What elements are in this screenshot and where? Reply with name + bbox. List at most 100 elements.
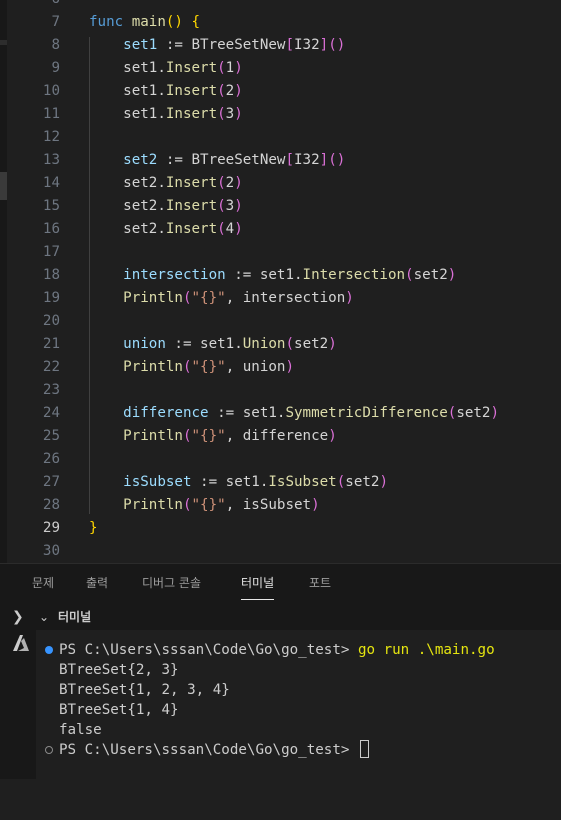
code-token: ) [311, 497, 320, 513]
code-line: 29} [0, 517, 561, 540]
output-line: BTreeSet{1, 2, 3, 4} [59, 682, 230, 698]
code-token: 3 [225, 106, 235, 122]
code-line: 27 isSubset := set1.IsSubset(set2) [0, 471, 561, 494]
code-token: I32 [294, 152, 320, 168]
terminal-line: BTreeSet{2, 3} [36, 660, 179, 680]
code-token: Insert [165, 106, 218, 122]
line-number: 28 [42, 497, 60, 513]
code-token: ) [328, 428, 337, 444]
code-text: set1.Insert(3) [89, 103, 243, 126]
code-token: difference [123, 405, 209, 421]
terminal-header[interactable]: ❯ ⌄ 터미널 [0, 604, 561, 630]
code-token: ( [217, 106, 226, 122]
code-token: Insert [165, 60, 218, 76]
code-token: "{}" [191, 497, 226, 513]
line-number: 11 [42, 106, 60, 122]
tab-0[interactable]: 문제 [32, 564, 54, 602]
code-token: () [328, 37, 346, 53]
terminal-output[interactable]: PS C:\Users\sssan\Code\Go\go_test> go ru… [36, 630, 561, 779]
code-token: set2 [294, 336, 329, 352]
code-line: 28 Println("{}", isSubset) [0, 494, 561, 517]
code-line: 6 [0, 0, 561, 11]
code-token: , isSubset [225, 497, 312, 513]
terminal-line: false [36, 720, 102, 740]
code-token: "{}" [191, 290, 226, 306]
code-token: ) [328, 336, 337, 352]
code-token: := set1. [191, 474, 269, 490]
code-text: Println("{}", union) [89, 356, 294, 379]
terminal-sidebar [0, 630, 36, 779]
code-text: isSubset := set1.IsSubset(set2) [89, 471, 388, 494]
code-text: set1.Insert(1) [89, 57, 243, 80]
code-token: "{}" [191, 359, 226, 375]
code-text: set2 := BTreeSetNew[I32]() [89, 149, 345, 172]
line-number: 6 [0, 0, 60, 11]
code-token: Intersection [302, 267, 406, 283]
code-token: 4 [225, 221, 235, 237]
code-text: set2.Insert(2) [89, 172, 243, 195]
code-token: Println [123, 497, 183, 513]
code-token: Println [123, 359, 183, 375]
output-line: BTreeSet{2, 3} [59, 662, 179, 678]
code-text: set2.Insert(4) [89, 218, 243, 241]
terminal-title: 터미널 [58, 610, 92, 624]
tab-2[interactable]: 디버그 콘솔 [142, 564, 201, 602]
code-token: set1 [123, 37, 158, 53]
code-token: set1. [89, 83, 166, 99]
line-number: 20 [42, 313, 60, 329]
code-token: , difference [225, 428, 329, 444]
terminal-line: BTreeSet{1, 4} [36, 700, 179, 720]
code-line: 15 set2.Insert(3) [0, 195, 561, 218]
code-line: 10 set1.Insert(2) [0, 80, 561, 103]
tab-4[interactable]: 포트 [309, 564, 331, 602]
code-token: ) [379, 474, 388, 490]
code-token: 1 [225, 60, 235, 76]
code-line: 25 Println("{}", difference) [0, 425, 561, 448]
code-text: } [89, 517, 98, 540]
code-token: ) [234, 198, 243, 214]
line-number: 15 [42, 198, 60, 214]
code-editor[interactable]: 6 7func main() {8 set1 := BTreeSetNew[I3… [0, 0, 561, 563]
code-token: isSubset [123, 474, 192, 490]
line-number: 19 [42, 290, 60, 306]
code-token: [ [285, 152, 295, 168]
success-dot-icon[interactable] [45, 646, 53, 654]
code-token: 2 [225, 175, 235, 191]
azure-icon[interactable] [10, 632, 32, 654]
code-token: set1. [89, 106, 166, 122]
code-token: union [123, 336, 166, 352]
chevron-right-icon[interactable]: ❯ [12, 604, 24, 630]
code-token: ] [319, 37, 329, 53]
code-token: () [328, 152, 346, 168]
code-token: SymmetricDifference [285, 405, 448, 421]
code-text: union := set1.Union(set2) [89, 333, 337, 356]
output-line: false [59, 722, 102, 738]
code-token: I32 [294, 37, 320, 53]
code-line: 26 [0, 448, 561, 471]
prompt: PS C:\Users\sssan\Code\Go\go_test> [59, 642, 358, 658]
code-token: ( [182, 359, 192, 375]
tab-3[interactable]: 터미널 [241, 564, 275, 602]
code-token: set2. [89, 221, 166, 237]
code-line: 13 set2 := BTreeSetNew[I32]() [0, 149, 561, 172]
code-token: 3 [225, 198, 235, 214]
code-token: ( [182, 428, 192, 444]
code-token: intersection [123, 267, 226, 283]
chevron-down-icon[interactable]: ⌄ [39, 604, 49, 630]
code-line: 9 set1.Insert(1) [0, 57, 561, 80]
empty-dot-icon[interactable] [45, 746, 53, 754]
tab-1[interactable]: 출력 [86, 564, 108, 602]
code-token: set2 [413, 267, 448, 283]
code-token: := BTreeSetNew [157, 152, 286, 168]
code-token: ( [217, 60, 226, 76]
code-token: ( [182, 497, 192, 513]
line-number: 18 [42, 267, 60, 283]
line-number: 22 [42, 359, 60, 375]
